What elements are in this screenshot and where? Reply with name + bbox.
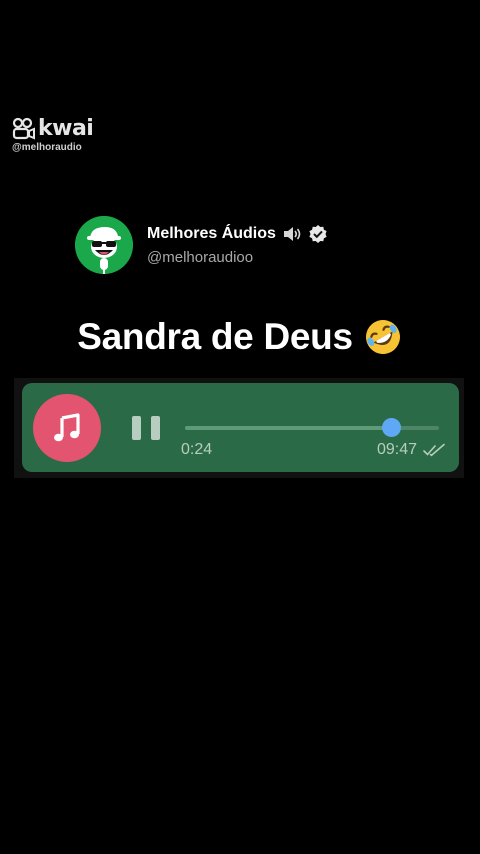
rolling-on-floor-laughing-emoji — [365, 320, 400, 354]
music-note-icon — [54, 413, 80, 442]
pause-icon — [132, 416, 141, 440]
elapsed-time: 0:24 — [181, 441, 213, 458]
kwai-watermark: kwai @melhoraudio — [12, 116, 94, 153]
kwai-logo-icon — [12, 117, 35, 139]
singer-microphone-avatar — [75, 216, 133, 274]
speaker-icon — [283, 227, 301, 241]
profile-handle: @melhoraudioo — [147, 249, 254, 266]
caption-row: Sandra de Deus — [0, 316, 480, 358]
avatar — [75, 216, 133, 274]
profile-name: Melhores Áudios — [147, 225, 276, 242]
watermark-handle: @melhoraudio — [12, 142, 82, 153]
total-duration: 09:47 — [376, 441, 417, 458]
progress-knob[interactable] — [381, 418, 401, 437]
profile-text: Melhores Áudios @melhoraudioo — [147, 224, 328, 266]
profile-name-row: Melhores Áudios — [147, 224, 328, 244]
progress-fill — [185, 426, 391, 430]
video-frame: kwai @melhoraudio Melhores Áudios @melho… — [0, 0, 480, 854]
profile-header: Melhores Áudios @melhoraudioo — [75, 216, 328, 274]
music-avatar-button — [33, 394, 101, 462]
pause-button[interactable] — [132, 416, 160, 442]
caption-title: Sandra de Deus — [77, 316, 353, 357]
verified-badge-icon — [309, 225, 327, 243]
audio-message-bubble: 0:24 09:47 — [22, 383, 459, 472]
pause-icon-bar — [151, 416, 160, 440]
watermark-brand: kwai — [38, 116, 94, 141]
progress-slider[interactable] — [185, 418, 439, 437]
double-check-icon — [423, 443, 445, 457]
